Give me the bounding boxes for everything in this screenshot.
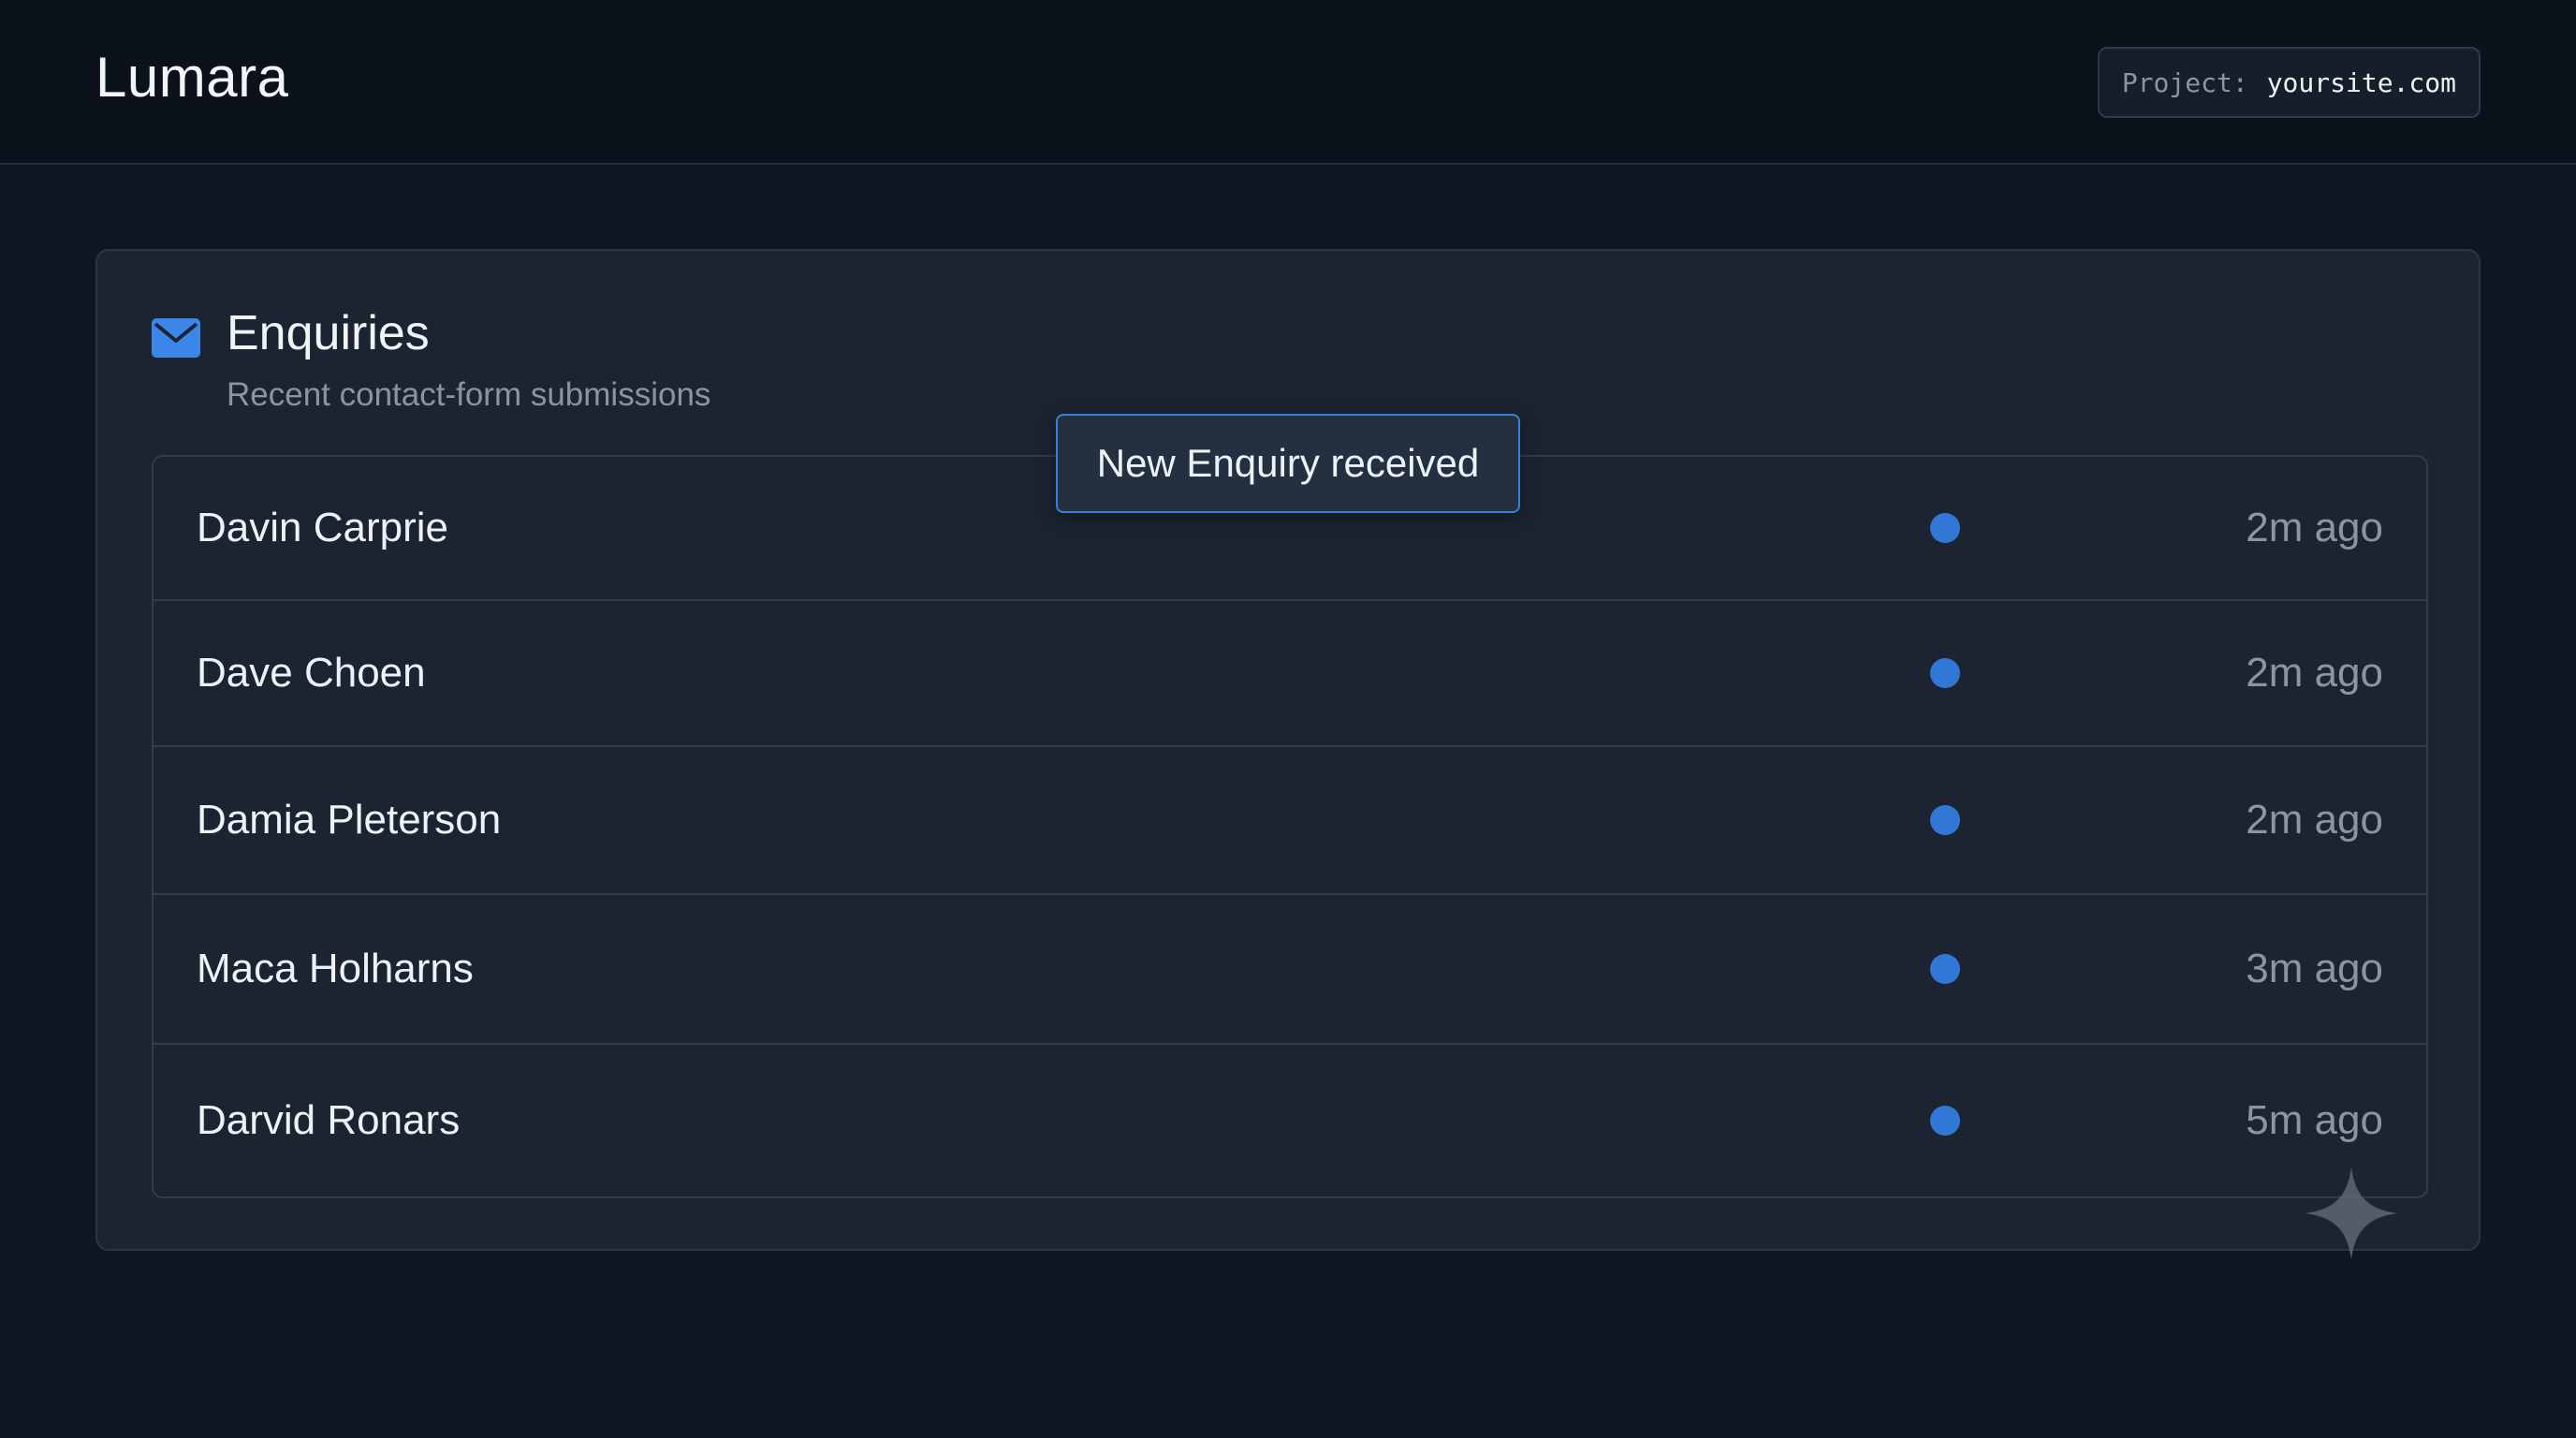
enquiry-name: Darvid Ronars — [197, 1097, 461, 1143]
project-value: yoursite.com — [2266, 66, 2456, 98]
list-item[interactable]: Darvid Ronars 5m ago — [154, 1045, 2426, 1196]
enquiry-time: 2m ago — [2246, 650, 2383, 696]
mail-icon — [152, 318, 200, 358]
enquiry-name: Damia Pleterson — [197, 797, 502, 843]
enquiry-time: 2m ago — [2246, 505, 2383, 550]
project-selector[interactable]: Project: yoursite.com — [2097, 47, 2481, 118]
enquiry-name: Dave Choen — [197, 650, 426, 696]
new-enquiry-toast[interactable]: New Enquiry received — [1056, 414, 1520, 513]
enquiry-time: 2m ago — [2246, 797, 2383, 843]
app-title: Lumara — [95, 46, 289, 109]
enquiry-time: 3m ago — [2246, 946, 2383, 991]
enquiries-card: Enquiries Recent contact-form submission… — [95, 249, 2481, 1251]
list-item[interactable]: Dave Choen 2m ago — [154, 601, 2426, 747]
unread-dot — [1930, 1106, 1960, 1136]
enquiries-list: Davin Carprie 2m ago Dave Choen 2m ago D… — [152, 455, 2428, 1198]
list-item[interactable]: Damia Pleterson 2m ago — [154, 747, 2426, 895]
list-item[interactable]: Maca Holharns 3m ago — [154, 895, 2426, 1045]
top-bar: Lumara Project: yoursite.com — [0, 0, 2576, 165]
enquiry-name: Davin Carprie — [197, 505, 448, 550]
project-label: Project: — [2121, 66, 2248, 98]
sparkle-icon — [2305, 1167, 2398, 1260]
card-subtitle: Recent contact-form submissions — [227, 376, 711, 413]
unread-dot — [1930, 954, 1960, 984]
enquiry-time: 5m ago — [2246, 1097, 2383, 1143]
enquiry-name: Maca Holharns — [197, 946, 474, 991]
unread-dot — [1930, 805, 1960, 835]
unread-dot — [1930, 658, 1960, 688]
unread-dot — [1930, 513, 1960, 543]
card-title: Enquiries — [227, 306, 430, 360]
